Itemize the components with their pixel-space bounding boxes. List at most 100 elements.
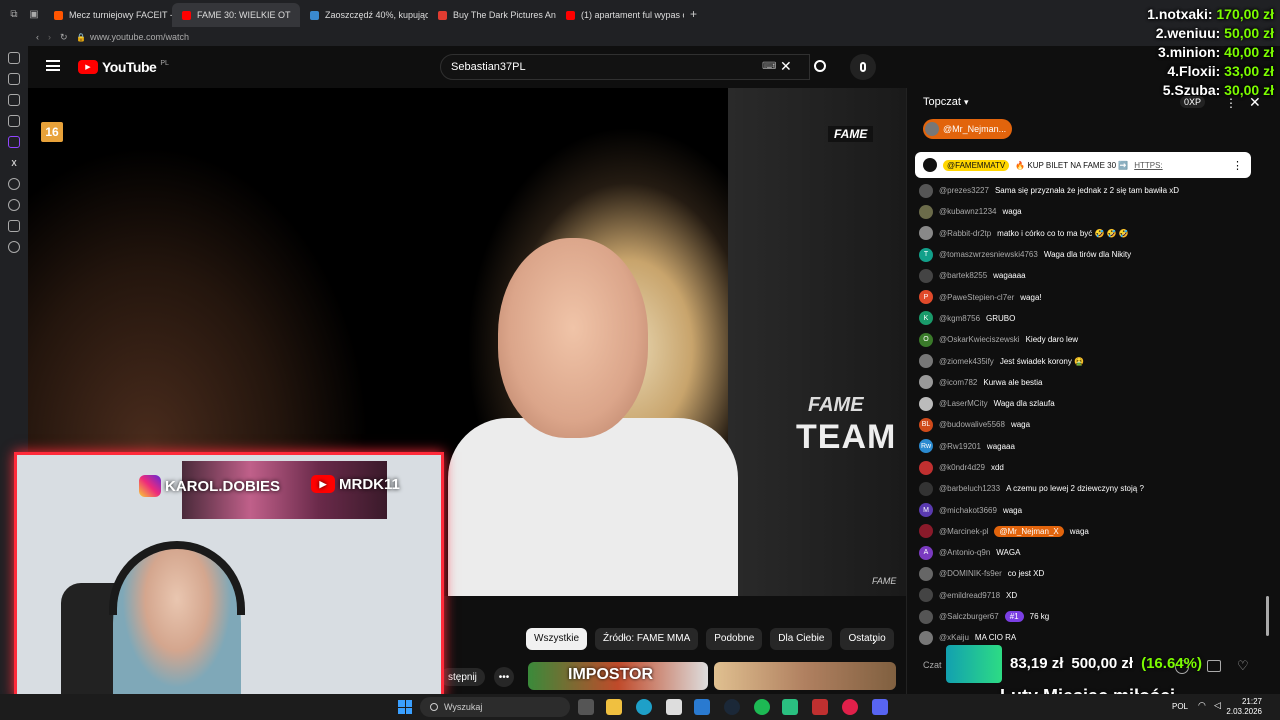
tab-faceit[interactable]: Mecz turniejowy FACEIT - xyxy=(44,3,172,27)
video-thumbnail[interactable]: IMPOSTOR xyxy=(528,662,708,690)
chat-author[interactable]: @tomaszwrzesniewski4763 xyxy=(939,250,1038,259)
pinned-more-icon[interactable]: ⋮ xyxy=(1232,159,1243,172)
app-icon[interactable] xyxy=(782,699,798,715)
extensions-icon[interactable] xyxy=(8,220,20,232)
chat-author[interactable]: @ziomek435ify xyxy=(939,357,994,366)
chat-message[interactable]: @Marcinek-pl @Mr_Nejman_X waga xyxy=(919,521,1259,542)
pinned-message[interactable]: @FAMEMMATV 🔥 KUP BILET NA FAME 30 ➡️ HTT… xyxy=(915,152,1251,178)
chat-scrollbar[interactable] xyxy=(1266,596,1269,636)
chip-all[interactable]: Wszystkie xyxy=(526,628,587,650)
hamburger-menu-icon[interactable] xyxy=(46,60,60,71)
tab-youtube[interactable]: FAME 30: WIELKIE OT xyxy=(172,3,300,27)
chat-author[interactable]: @icom782 xyxy=(939,378,977,387)
chat-message[interactable]: @prezes3227 Sama się przyznała że jednak … xyxy=(919,180,1259,201)
history-icon[interactable] xyxy=(8,52,20,64)
chat-message[interactable]: @Rabbit-dr2tp matko i córko co to ma być … xyxy=(919,223,1259,244)
pinned-link[interactable]: HTTPS: xyxy=(1134,161,1162,170)
chat-message[interactable]: @icom782 Kurwa ale bestia xyxy=(919,372,1259,393)
chat-author[interactable]: @PaweStepien-cl7er xyxy=(939,293,1014,302)
chat-message[interactable]: @emildread9718 XD xyxy=(919,585,1259,606)
tab-collections-icon[interactable]: ▣ xyxy=(24,4,44,24)
keyboard-icon[interactable]: ⌨ xyxy=(762,61,776,72)
reload-icon[interactable]: ↻ xyxy=(60,32,76,43)
favorites-icon[interactable] xyxy=(8,73,20,85)
top-donor-pill[interactable]: @Mr_Nejman... xyxy=(923,119,1013,139)
video-thumbnail[interactable] xyxy=(714,662,896,690)
chat-author[interactable]: @Rw19201 xyxy=(939,442,981,451)
chat-author[interactable]: @xKaiju xyxy=(939,633,969,642)
chat-author[interactable]: @bartek8255 xyxy=(939,271,987,280)
clock[interactable]: 21:27 2.03.2026 xyxy=(1226,697,1262,717)
tab-youtube-2[interactable]: (1) apartament ful wypas o xyxy=(556,3,684,27)
chat-author[interactable]: @k0ndr4d29 xyxy=(939,463,985,472)
spotify-icon[interactable] xyxy=(754,699,770,715)
mail-icon[interactable] xyxy=(694,699,710,715)
chat-message[interactable]: @LaserMCity Waga dla szlaufa xyxy=(919,393,1259,414)
reading-icon[interactable] xyxy=(8,115,20,127)
collections-icon[interactable] xyxy=(8,94,20,106)
heart-icon[interactable]: ♡ xyxy=(1237,658,1249,674)
chat-author[interactable]: @kubawnz1234 xyxy=(939,207,997,216)
chat-author[interactable]: @Marcinek-pl xyxy=(939,527,988,536)
forward-icon[interactable]: › xyxy=(48,32,60,42)
search-button[interactable] xyxy=(810,54,830,80)
chat-author[interactable]: @prezes3227 xyxy=(939,186,989,195)
chat-author[interactable]: @Antonio-q9n xyxy=(939,548,990,557)
url-field[interactable]: www.youtube.com/watch xyxy=(90,32,189,42)
super-chat-icon[interactable] xyxy=(1207,660,1221,672)
twitch-icon[interactable] xyxy=(8,136,20,148)
chat-author[interactable]: @DOMINIK-fs9er xyxy=(939,569,1002,578)
chat-message[interactable]: K @kgm8756 GRUBO xyxy=(919,308,1259,329)
chat-message[interactable]: @bartek8255 wagaaaa xyxy=(919,265,1259,286)
chat-message[interactable]: @Salczburger67 #1 76 kg xyxy=(919,606,1259,627)
chat-message[interactable]: @ziomek435ify Jest świadek korony 🤮 xyxy=(919,350,1259,371)
taskbar-search[interactable]: Wyszukaj xyxy=(420,697,570,717)
chat-author[interactable]: @emildread9718 xyxy=(939,591,1000,600)
chips-next-icon[interactable]: › xyxy=(872,632,877,648)
chip-for-you[interactable]: Dla Ciebie xyxy=(770,628,833,650)
new-tab-button[interactable]: + xyxy=(690,7,697,21)
chat-message[interactable]: T @tomaszwrzesniewski4763 Waga dla tirów d… xyxy=(919,244,1259,265)
tab-store[interactable]: Buy The Dark Pictures An xyxy=(428,3,556,27)
chat-message[interactable]: @kubawnz1234 waga xyxy=(919,201,1259,222)
chat-author[interactable]: @Salczburger67 xyxy=(939,612,999,621)
clock-icon[interactable] xyxy=(8,199,20,211)
more-actions-button[interactable]: ••• xyxy=(494,667,514,687)
search-input[interactable]: Sebastian37PL xyxy=(440,54,810,80)
windows-start-icon[interactable] xyxy=(398,700,412,714)
chat-author[interactable]: @Rabbit-dr2tp xyxy=(939,229,991,238)
chat-mode-dropdown[interactable]: Topczat ▾ xyxy=(923,96,969,108)
chat-author[interactable]: @budowalive5568 xyxy=(939,420,1005,429)
chat-message[interactable]: BL @budowalive5568 waga xyxy=(919,414,1259,435)
store-icon[interactable] xyxy=(666,699,682,715)
chat-author[interactable]: @barbeluch1233 xyxy=(939,484,1000,493)
x-icon[interactable]: X xyxy=(8,157,20,169)
chat-message[interactable]: @DOMINIK-fs9er co jest XD xyxy=(919,563,1259,584)
chip-recent[interactable]: Ostatnio xyxy=(840,628,894,650)
chip-similar[interactable]: Podobne xyxy=(706,628,763,650)
discord-icon[interactable] xyxy=(872,699,888,715)
chat-message[interactable]: Rw @Rw19201 wagaaa xyxy=(919,436,1259,457)
opera-icon[interactable] xyxy=(842,699,858,715)
chat-message[interactable]: A @Antonio-q9n WAGA xyxy=(919,542,1259,563)
back-icon[interactable]: ‹ xyxy=(36,32,48,42)
file-explorer-icon[interactable] xyxy=(606,699,622,715)
settings-icon[interactable] xyxy=(8,241,20,253)
chat-author[interactable]: @kgm8756 xyxy=(939,314,980,323)
chat-message[interactable]: @k0ndr4d29 xdd xyxy=(919,457,1259,478)
task-view-icon[interactable] xyxy=(578,699,594,715)
tab-menu-icon[interactable]: ⧉ xyxy=(4,4,24,24)
chat-author[interactable]: @OskarKwieciszewski xyxy=(939,335,1020,344)
chat-author[interactable]: @michakot3669 xyxy=(939,506,997,515)
chat-message[interactable]: M @michakot3669 waga xyxy=(919,499,1259,520)
wifi-icon[interactable]: ◠ xyxy=(1198,700,1206,711)
shield-icon[interactable] xyxy=(812,699,828,715)
volume-icon[interactable]: ◁ xyxy=(1214,700,1221,711)
chat-message[interactable]: @barbeluch1233 A czemu po lewej 2 dziewcz… xyxy=(919,478,1259,499)
language-indicator[interactable]: POL xyxy=(1172,702,1188,711)
chat-author[interactable]: @LaserMCity xyxy=(939,399,988,408)
chat-message[interactable]: O @OskarKwieciszewski Kiedy daro lew xyxy=(919,329,1259,350)
steam-icon[interactable] xyxy=(724,699,740,715)
chip-source[interactable]: Źródło: FAME MMA xyxy=(595,628,699,650)
edge-icon[interactable] xyxy=(636,699,652,715)
